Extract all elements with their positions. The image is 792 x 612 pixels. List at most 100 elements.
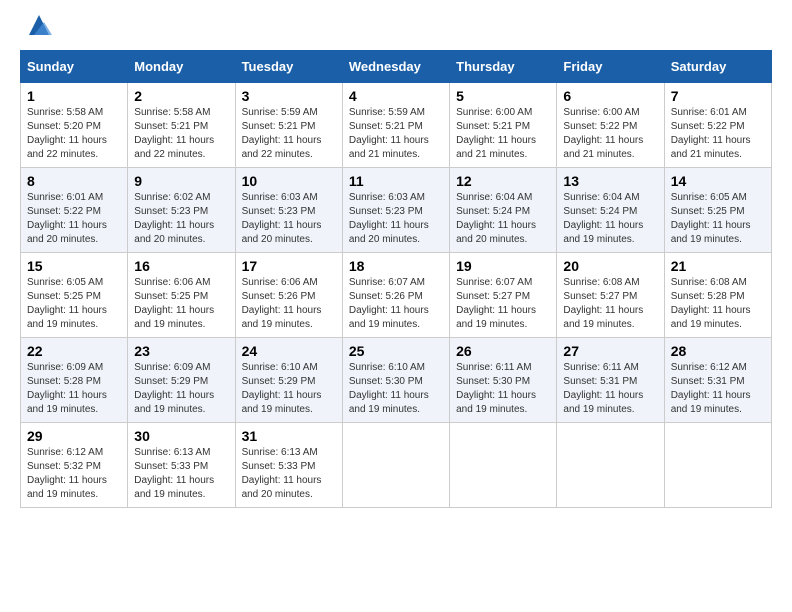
calendar-cell: 11 Sunrise: 6:03 AM Sunset: 5:23 PM Dayli… — [342, 168, 449, 253]
day-number: 31 — [242, 428, 336, 444]
day-info: Sunrise: 5:59 AM Sunset: 5:21 PM Dayligh… — [349, 106, 443, 162]
day-info: Sunrise: 6:01 AM Sunset: 5:22 PM Dayligh… — [27, 191, 121, 247]
day-number: 18 — [349, 258, 443, 274]
calendar-cell: 26 Sunrise: 6:11 AM Sunset: 5:30 PM Dayli… — [450, 338, 557, 423]
logo — [20, 20, 54, 40]
day-number: 30 — [134, 428, 228, 444]
calendar-cell: 13Sunrise: 6:04 AM Sunset: 5:24 PM Dayli… — [557, 168, 664, 253]
day-number: 11 — [349, 173, 443, 189]
day-number: 6 — [563, 88, 657, 104]
day-info: Sunrise: 6:08 AM Sunset: 5:28 PM Dayligh… — [671, 276, 765, 332]
day-info: Sunrise: 6:05 AM Sunset: 5:25 PM Dayligh… — [27, 276, 121, 332]
day-info: Sunrise: 6:00 AM Sunset: 5:22 PM Dayligh… — [563, 106, 657, 162]
day-number: 9 — [134, 173, 228, 189]
calendar-header-row: SundayMondayTuesdayWednesdayThursdayFrid… — [21, 51, 772, 83]
day-info: Sunrise: 6:09 AM Sunset: 5:28 PM Dayligh… — [27, 361, 121, 417]
day-info: Sunrise: 5:58 AM Sunset: 5:21 PM Dayligh… — [134, 106, 228, 162]
calendar-week-row: 1 Sunrise: 5:58 AM Sunset: 5:20 PM Daylig… — [21, 83, 772, 168]
calendar-week-row: 29 Sunrise: 6:12 AM Sunset: 5:32 PM Dayli… — [21, 423, 772, 508]
day-of-week-friday: Friday — [557, 51, 664, 83]
day-number: 25 — [349, 343, 443, 359]
day-info: Sunrise: 6:10 AM Sunset: 5:30 PM Dayligh… — [349, 361, 443, 417]
calendar-table: SundayMondayTuesdayWednesdayThursdayFrid… — [20, 50, 772, 508]
day-number: 7 — [671, 88, 765, 104]
calendar-cell: 23Sunrise: 6:09 AM Sunset: 5:29 PM Dayli… — [128, 338, 235, 423]
calendar-cell: 6 Sunrise: 6:00 AM Sunset: 5:22 PM Daylig… — [557, 83, 664, 168]
calendar-cell: 15 Sunrise: 6:05 AM Sunset: 5:25 PM Dayli… — [21, 253, 128, 338]
day-number: 27 — [563, 343, 657, 359]
day-info: Sunrise: 6:13 AM Sunset: 5:33 PM Dayligh… — [242, 446, 336, 502]
day-of-week-sunday: Sunday — [21, 51, 128, 83]
day-number: 21 — [671, 258, 765, 274]
day-number: 29 — [27, 428, 121, 444]
calendar-cell: 3 Sunrise: 5:59 AM Sunset: 5:21 PM Daylig… — [235, 83, 342, 168]
day-of-week-wednesday: Wednesday — [342, 51, 449, 83]
day-info: Sunrise: 6:05 AM Sunset: 5:25 PM Dayligh… — [671, 191, 765, 247]
day-info: Sunrise: 6:03 AM Sunset: 5:23 PM Dayligh… — [242, 191, 336, 247]
calendar-cell: 31 Sunrise: 6:13 AM Sunset: 5:33 PM Dayli… — [235, 423, 342, 508]
calendar-cell: 7 Sunrise: 6:01 AM Sunset: 5:22 PM Daylig… — [664, 83, 771, 168]
day-info: Sunrise: 6:00 AM Sunset: 5:21 PM Dayligh… — [456, 106, 550, 162]
calendar-week-row: 8Sunrise: 6:01 AM Sunset: 5:22 PM Daylig… — [21, 168, 772, 253]
calendar-cell: 16 Sunrise: 6:06 AM Sunset: 5:25 PM Dayli… — [128, 253, 235, 338]
day-number: 22 — [27, 343, 121, 359]
calendar-cell: 8Sunrise: 6:01 AM Sunset: 5:22 PM Daylig… — [21, 168, 128, 253]
calendar-cell — [342, 423, 449, 508]
day-info: Sunrise: 6:13 AM Sunset: 5:33 PM Dayligh… — [134, 446, 228, 502]
calendar-cell: 4Sunrise: 5:59 AM Sunset: 5:21 PM Daylig… — [342, 83, 449, 168]
day-number: 24 — [242, 343, 336, 359]
calendar-cell: 17 Sunrise: 6:06 AM Sunset: 5:26 PM Dayli… — [235, 253, 342, 338]
calendar-cell: 9 Sunrise: 6:02 AM Sunset: 5:23 PM Daylig… — [128, 168, 235, 253]
calendar-cell: 22 Sunrise: 6:09 AM Sunset: 5:28 PM Dayli… — [21, 338, 128, 423]
calendar-cell: 24Sunrise: 6:10 AM Sunset: 5:29 PM Dayli… — [235, 338, 342, 423]
day-number: 19 — [456, 258, 550, 274]
day-info: Sunrise: 6:04 AM Sunset: 5:24 PM Dayligh… — [456, 191, 550, 247]
day-number: 12 — [456, 173, 550, 189]
day-info: Sunrise: 6:07 AM Sunset: 5:27 PM Dayligh… — [456, 276, 550, 332]
day-info: Sunrise: 6:07 AM Sunset: 5:26 PM Dayligh… — [349, 276, 443, 332]
day-number: 3 — [242, 88, 336, 104]
day-of-week-tuesday: Tuesday — [235, 51, 342, 83]
day-number: 28 — [671, 343, 765, 359]
calendar-cell: 20Sunrise: 6:08 AM Sunset: 5:27 PM Dayli… — [557, 253, 664, 338]
day-number: 17 — [242, 258, 336, 274]
calendar-cell: 5 Sunrise: 6:00 AM Sunset: 5:21 PM Daylig… — [450, 83, 557, 168]
calendar-cell: 30 Sunrise: 6:13 AM Sunset: 5:33 PM Dayli… — [128, 423, 235, 508]
day-number: 2 — [134, 88, 228, 104]
calendar-cell — [450, 423, 557, 508]
day-of-week-saturday: Saturday — [664, 51, 771, 83]
day-number: 15 — [27, 258, 121, 274]
day-number: 23 — [134, 343, 228, 359]
page-header — [20, 20, 772, 40]
logo-icon — [24, 10, 54, 40]
calendar-cell — [557, 423, 664, 508]
day-info: Sunrise: 6:01 AM Sunset: 5:22 PM Dayligh… — [671, 106, 765, 162]
day-number: 5 — [456, 88, 550, 104]
day-info: Sunrise: 6:06 AM Sunset: 5:26 PM Dayligh… — [242, 276, 336, 332]
day-info: Sunrise: 6:08 AM Sunset: 5:27 PM Dayligh… — [563, 276, 657, 332]
day-info: Sunrise: 6:12 AM Sunset: 5:31 PM Dayligh… — [671, 361, 765, 417]
calendar-cell: 2 Sunrise: 5:58 AM Sunset: 5:21 PM Daylig… — [128, 83, 235, 168]
day-number: 26 — [456, 343, 550, 359]
calendar-week-row: 15 Sunrise: 6:05 AM Sunset: 5:25 PM Dayli… — [21, 253, 772, 338]
calendar-cell: 19 Sunrise: 6:07 AM Sunset: 5:27 PM Dayli… — [450, 253, 557, 338]
day-info: Sunrise: 6:04 AM Sunset: 5:24 PM Dayligh… — [563, 191, 657, 247]
day-of-week-thursday: Thursday — [450, 51, 557, 83]
day-number: 16 — [134, 258, 228, 274]
calendar-cell: 29 Sunrise: 6:12 AM Sunset: 5:32 PM Dayli… — [21, 423, 128, 508]
calendar-week-row: 22 Sunrise: 6:09 AM Sunset: 5:28 PM Dayli… — [21, 338, 772, 423]
day-info: Sunrise: 5:58 AM Sunset: 5:20 PM Dayligh… — [27, 106, 121, 162]
day-info: Sunrise: 6:11 AM Sunset: 5:30 PM Dayligh… — [456, 361, 550, 417]
day-info: Sunrise: 6:03 AM Sunset: 5:23 PM Dayligh… — [349, 191, 443, 247]
calendar-cell: 14Sunrise: 6:05 AM Sunset: 5:25 PM Dayli… — [664, 168, 771, 253]
calendar-cell: 25 Sunrise: 6:10 AM Sunset: 5:30 PM Dayli… — [342, 338, 449, 423]
day-info: Sunrise: 5:59 AM Sunset: 5:21 PM Dayligh… — [242, 106, 336, 162]
day-info: Sunrise: 6:12 AM Sunset: 5:32 PM Dayligh… — [27, 446, 121, 502]
day-info: Sunrise: 6:11 AM Sunset: 5:31 PM Dayligh… — [563, 361, 657, 417]
day-info: Sunrise: 6:06 AM Sunset: 5:25 PM Dayligh… — [134, 276, 228, 332]
calendar-cell: 12 Sunrise: 6:04 AM Sunset: 5:24 PM Dayli… — [450, 168, 557, 253]
calendar-cell: 10Sunrise: 6:03 AM Sunset: 5:23 PM Dayli… — [235, 168, 342, 253]
calendar-cell: 27 Sunrise: 6:11 AM Sunset: 5:31 PM Dayli… — [557, 338, 664, 423]
day-info: Sunrise: 6:02 AM Sunset: 5:23 PM Dayligh… — [134, 191, 228, 247]
day-number: 1 — [27, 88, 121, 104]
